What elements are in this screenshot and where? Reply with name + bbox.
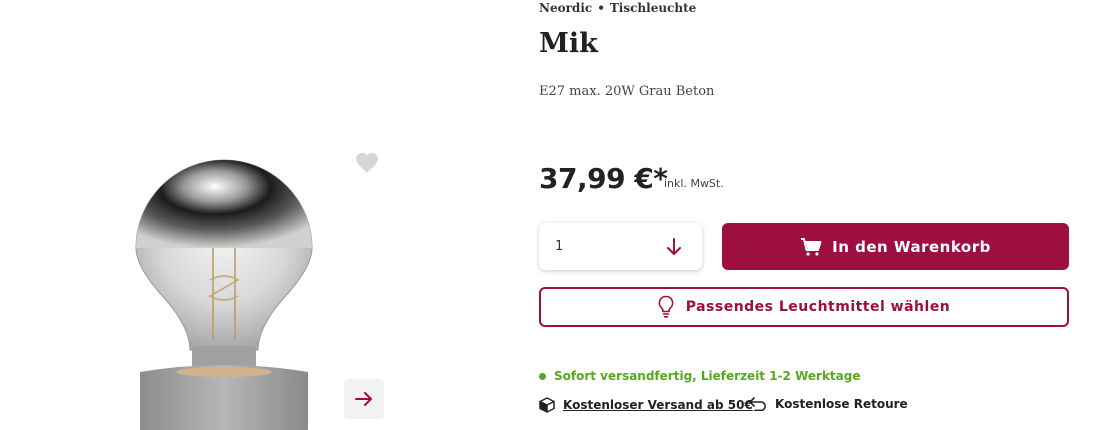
cart-icon xyxy=(801,237,822,256)
box-icon xyxy=(539,397,555,413)
heart-icon xyxy=(356,152,378,173)
return-info: Kostenlose Retoure xyxy=(749,397,908,411)
quantity-value: 1 xyxy=(555,239,564,254)
stock-dot xyxy=(539,372,546,380)
separator-dot: • xyxy=(597,1,605,15)
choose-bulb-label: Passendes Leuchtmittel wählen xyxy=(685,299,951,315)
lightbulb-icon xyxy=(658,295,674,318)
stock-status: Sofort versandfertig, Lieferzeit 1-2 Wer… xyxy=(539,369,860,383)
wishlist-button[interactable] xyxy=(354,150,380,176)
next-image-button[interactable] xyxy=(344,379,384,419)
add-to-cart-button[interactable]: In den Warenkorb xyxy=(722,223,1069,270)
choose-bulb-button[interactable]: Passendes Leuchtmittel wählen xyxy=(539,287,1069,327)
brand-category: Neordic • Tischleuchte xyxy=(539,1,696,15)
product-gallery xyxy=(0,0,520,430)
return-arrow-icon xyxy=(749,397,766,411)
product-title: Mik xyxy=(539,28,598,59)
shipping-info: Kostenloser Versand ab 50€ xyxy=(539,397,753,413)
brand-link[interactable]: Neordic xyxy=(539,1,592,15)
arrow-right-icon xyxy=(355,392,372,406)
tax-note: inkl. MwSt. xyxy=(664,177,724,190)
category-label: Tischleuchte xyxy=(609,1,697,15)
product-price: 37,99 €* xyxy=(539,162,668,195)
stock-text: Sofort versandfertig, Lieferzeit 1-2 Wer… xyxy=(554,369,861,383)
shipping-link[interactable]: Kostenloser Versand ab 50€ xyxy=(563,398,753,412)
arrow-down-icon[interactable] xyxy=(666,237,682,256)
return-text: Kostenlose Retoure xyxy=(775,397,908,411)
quantity-select[interactable]: 1 xyxy=(539,223,702,270)
product-image xyxy=(135,159,313,430)
cart-button-label: In den Warenkorb xyxy=(832,237,991,256)
product-subtitle: E27 max. 20W Grau Beton xyxy=(539,84,715,99)
